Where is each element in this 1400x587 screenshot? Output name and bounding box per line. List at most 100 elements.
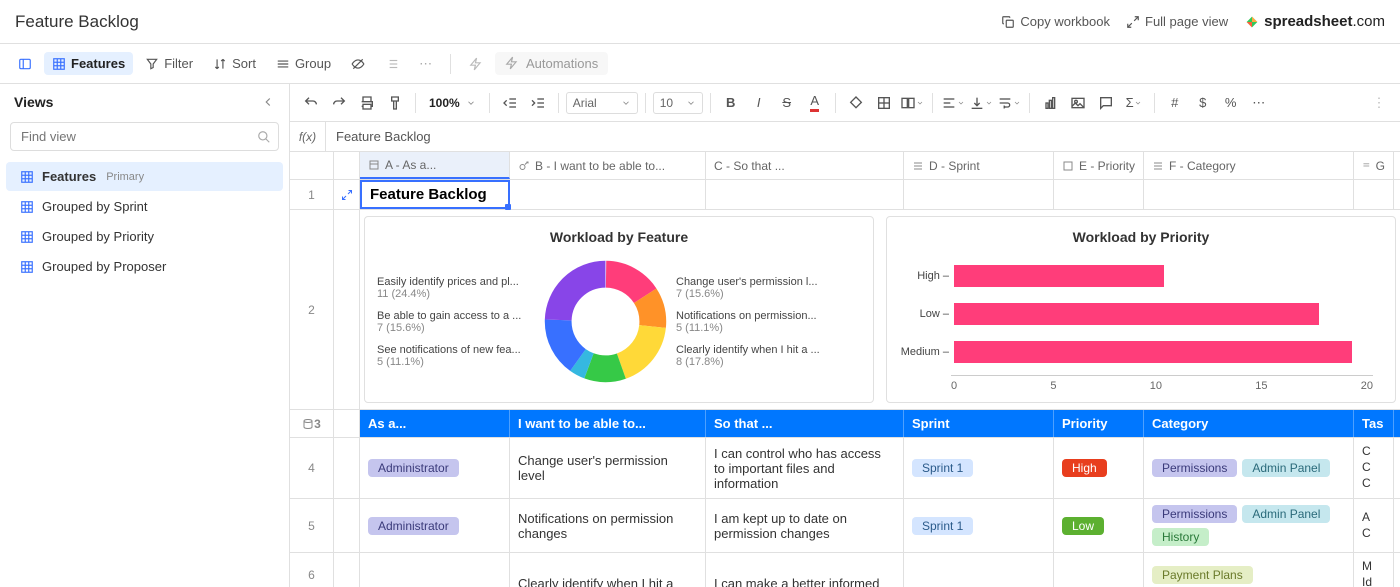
cell-category[interactable]: Permissions Admin Panel: [1144, 438, 1354, 498]
col-header-c[interactable]: C - So that ...: [706, 152, 904, 179]
cell-as[interactable]: Administrator: [360, 438, 510, 498]
cell-as[interactable]: [360, 553, 510, 587]
group-button[interactable]: Group: [268, 52, 339, 75]
sidebar-toggle-button[interactable]: [10, 53, 40, 75]
category-pill: Payment Plans: [1152, 566, 1253, 584]
indent-decrease-button[interactable]: [497, 90, 523, 116]
paint-button[interactable]: [382, 90, 408, 116]
bold-button[interactable]: B: [718, 90, 744, 116]
row-num[interactable]: 1: [290, 180, 334, 209]
options-button[interactable]: ⋮: [1366, 90, 1392, 116]
font-select[interactable]: Arial: [566, 92, 638, 114]
cell-want[interactable]: Clearly identify when I hit a: [510, 553, 706, 587]
cell-category[interactable]: Payment Plans: [1144, 553, 1354, 587]
filter-button[interactable]: Filter: [137, 52, 201, 75]
percent-button[interactable]: %: [1218, 90, 1244, 116]
chart-workload-by-feature[interactable]: Workload by Feature Easily identify pric…: [364, 216, 874, 403]
sort-button[interactable]: Sort: [205, 52, 264, 75]
insert-chart-button[interactable]: [1037, 90, 1063, 116]
currency-button[interactable]: $: [1190, 90, 1216, 116]
text-color-button[interactable]: A: [802, 90, 828, 116]
more-button[interactable]: ⋯: [411, 52, 440, 76]
view-label: Grouped by Proposer: [42, 259, 166, 274]
header-priority: Priority: [1054, 410, 1144, 437]
cell-sprint[interactable]: Sprint 1: [904, 499, 1054, 552]
donut-label: Change user's permission l...7 (15.6%): [676, 276, 818, 300]
cell-sprint[interactable]: Sprint 1: [904, 438, 1054, 498]
col-header-d[interactable]: D - Sprint: [904, 152, 1054, 179]
more-format-button[interactable]: ⋯: [1246, 90, 1272, 116]
col-header-a[interactable]: A - As a...: [360, 152, 510, 179]
col-header-g[interactable]: G: [1354, 152, 1394, 179]
col-header-e[interactable]: E - Priority: [1054, 152, 1144, 179]
expand-cell-icon[interactable]: [334, 180, 360, 209]
sigma-button[interactable]: Σ: [1121, 90, 1147, 116]
view-label: Features: [42, 169, 96, 184]
cell-tas[interactable]: CCC: [1354, 438, 1394, 498]
merge-button[interactable]: [899, 90, 925, 116]
chart-workload-by-priority[interactable]: Workload by Priority High –Low –Medium –…: [886, 216, 1396, 403]
hash-button[interactable]: #: [1162, 90, 1188, 116]
list-button[interactable]: [377, 53, 407, 75]
fontsize-select[interactable]: 10: [653, 92, 703, 114]
sprint-pill: Sprint 1: [912, 459, 973, 477]
cell-priority[interactable]: [1054, 553, 1144, 587]
indent-increase-button[interactable]: [525, 90, 551, 116]
row-num[interactable]: 5: [290, 499, 334, 552]
cell-a1[interactable]: Feature Backlog: [360, 180, 510, 209]
row-num[interactable]: 4: [290, 438, 334, 498]
expand-icon: [1126, 15, 1140, 29]
cell-so[interactable]: I am kept up to date on permission chang…: [706, 499, 904, 552]
bolt-button[interactable]: [461, 53, 491, 75]
col-header-b[interactable]: B - I want to be able to...: [510, 152, 706, 179]
cell-sprint[interactable]: [904, 553, 1054, 587]
brand-text: spreadsheet: [1264, 13, 1352, 30]
row-num[interactable]: 6: [290, 553, 334, 587]
valign-button[interactable]: [968, 90, 994, 116]
cell-want[interactable]: Change user's permission level: [510, 438, 706, 498]
fill-button[interactable]: [843, 90, 869, 116]
donut-label: Notifications on permission...5 (11.1%): [676, 310, 817, 334]
cell-as[interactable]: Administrator: [360, 499, 510, 552]
cell-tas[interactable]: MId: [1354, 553, 1394, 587]
automations-button[interactable]: Automations: [495, 52, 608, 75]
undo-button[interactable]: [298, 90, 324, 116]
cell-want[interactable]: Notifications on permission changes: [510, 499, 706, 552]
strike-button[interactable]: S: [774, 90, 800, 116]
cell-priority[interactable]: High: [1054, 438, 1144, 498]
halign-button[interactable]: [940, 90, 966, 116]
insert-comment-button[interactable]: [1093, 90, 1119, 116]
donut-label: Clearly identify when I hit a ...8 (17.8…: [676, 344, 820, 368]
search-input[interactable]: [10, 122, 279, 151]
cell-so[interactable]: I can control who has access to importan…: [706, 438, 904, 498]
copy-workbook-button[interactable]: Copy workbook: [1001, 14, 1110, 29]
italic-button[interactable]: I: [746, 90, 772, 116]
print-button[interactable]: [354, 90, 380, 116]
view-item[interactable]: Grouped by Priority: [6, 222, 283, 251]
view-item[interactable]: Grouped by Sprint: [6, 192, 283, 221]
row-num[interactable]: 3: [290, 410, 334, 437]
wrap-button[interactable]: [996, 90, 1022, 116]
row-num[interactable]: 2: [290, 210, 334, 409]
zoom-select[interactable]: 100%: [423, 93, 482, 113]
view-item[interactable]: FeaturesPrimary: [6, 162, 283, 191]
cell-priority[interactable]: Low: [1054, 499, 1144, 552]
automations-label: Automations: [526, 56, 598, 71]
fx-input[interactable]: Feature Backlog: [326, 125, 1400, 148]
cell-category[interactable]: Permissions Admin Panel History: [1144, 499, 1354, 552]
header-want: I want to be able to...: [510, 410, 706, 437]
hide-button[interactable]: [343, 53, 373, 75]
borders-button[interactable]: [871, 90, 897, 116]
col-header-f[interactable]: F - Category: [1144, 152, 1354, 179]
collapse-sidebar-icon[interactable]: [261, 95, 275, 109]
insert-image-button[interactable]: [1065, 90, 1091, 116]
redo-button[interactable]: [326, 90, 352, 116]
full-page-button[interactable]: Full page view: [1126, 14, 1228, 29]
view-features-button[interactable]: Features: [44, 52, 133, 75]
logo-icon: [1244, 14, 1260, 30]
view-item[interactable]: Grouped by Proposer: [6, 252, 283, 281]
brand-logo[interactable]: spreadsheet.com: [1244, 13, 1385, 30]
cell-so[interactable]: I can make a better informed: [706, 553, 904, 587]
brand-suffix: .com: [1352, 13, 1385, 30]
cell-tas[interactable]: AC: [1354, 499, 1394, 552]
